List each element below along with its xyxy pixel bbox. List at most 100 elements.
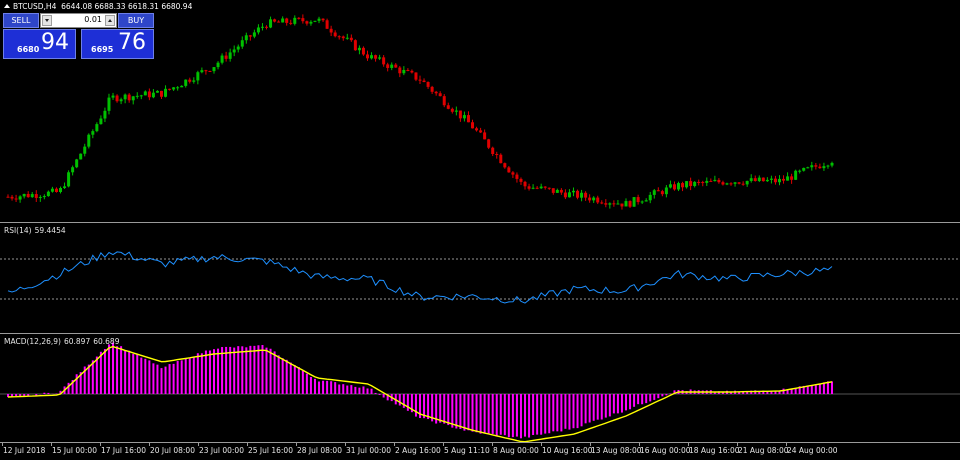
candle-body xyxy=(487,139,491,148)
candle-body xyxy=(329,28,333,33)
candle-body xyxy=(422,80,426,83)
candle-body xyxy=(406,69,410,71)
candle-body xyxy=(325,20,329,29)
lot-increase-icon[interactable] xyxy=(105,15,115,26)
candle-body xyxy=(632,197,636,207)
candle-body xyxy=(301,18,305,22)
candle-body xyxy=(547,187,551,189)
buy-price-button[interactable]: 6695 76 xyxy=(81,29,154,59)
sell-price-pips: 94 xyxy=(41,30,69,55)
candle-body xyxy=(244,35,248,41)
candle-body xyxy=(430,86,434,92)
candle-body xyxy=(753,178,757,182)
candle-body xyxy=(475,128,479,131)
candle-body xyxy=(644,200,648,202)
candle-body xyxy=(87,134,91,147)
candle-body xyxy=(765,179,769,182)
lot-value[interactable]: 0.01 xyxy=(84,15,102,24)
candle-body xyxy=(531,187,535,189)
time-axis-label: 10 Aug 16:00 xyxy=(542,446,593,455)
candle-body xyxy=(14,198,18,200)
candle-body xyxy=(59,187,63,192)
buy-price-prefix: 6695 xyxy=(91,45,114,54)
rsi-line xyxy=(7,251,833,304)
candle-body xyxy=(83,146,87,154)
candle-body xyxy=(410,70,414,73)
rsi-indicator-pane[interactable]: RSI(14) 59.4454 xyxy=(0,223,960,334)
lot-size-field[interactable]: 0.01 xyxy=(40,13,117,28)
candle-body xyxy=(491,147,495,154)
candle-body xyxy=(103,110,107,119)
macd-label: MACD(12,26,9) 60.897 60.689 xyxy=(4,337,122,346)
candle-body xyxy=(361,47,365,55)
candle-body xyxy=(689,181,693,187)
candle-body xyxy=(123,94,127,100)
candle-body xyxy=(321,18,325,21)
candle-body xyxy=(38,196,42,198)
candle-body xyxy=(115,95,119,102)
buy-button[interactable]: BUY xyxy=(118,13,154,28)
candle-body xyxy=(725,183,729,185)
candle-body xyxy=(159,90,163,97)
candle-body xyxy=(200,70,204,73)
symbol-title: BTCUSD,H4 6644.08 6688.33 6618.31 6680.9… xyxy=(4,2,192,11)
candle-body xyxy=(786,176,790,181)
time-axis-label: 13 Aug 08:00 xyxy=(591,446,642,455)
candle-body xyxy=(281,18,285,23)
candle-body xyxy=(721,182,725,185)
candle-body xyxy=(523,181,527,187)
candle-body xyxy=(248,35,252,37)
candle-body xyxy=(769,178,773,180)
candle-body xyxy=(131,96,135,101)
candle-body xyxy=(567,192,571,198)
collapse-triangle-icon[interactable] xyxy=(4,4,10,8)
candle-body xyxy=(232,49,236,53)
candle-body xyxy=(503,163,507,168)
candle-body xyxy=(168,88,172,90)
candle-body xyxy=(830,162,834,166)
candle-body xyxy=(337,36,341,38)
candle-body xyxy=(495,153,499,155)
time-axis-label: 24 Aug 00:00 xyxy=(787,446,838,455)
time-axis-label: 12 Jul 2018 xyxy=(3,446,46,455)
sell-button[interactable]: SELL xyxy=(3,13,39,28)
candle-body xyxy=(479,130,483,133)
buy-price-pips: 76 xyxy=(118,30,146,55)
candle-body xyxy=(414,72,418,80)
candle-body xyxy=(604,203,608,205)
candle-body xyxy=(717,179,721,183)
sell-price-button[interactable]: 6680 94 xyxy=(3,29,76,59)
candle-body xyxy=(745,180,749,185)
candle-body xyxy=(668,184,672,188)
candle-body xyxy=(164,88,168,97)
candle-body xyxy=(466,115,470,123)
time-axis-label: 8 Aug 00:00 xyxy=(493,446,539,455)
candle-body xyxy=(386,64,390,68)
candle-body xyxy=(450,108,454,112)
candle-body xyxy=(757,177,761,182)
candle-body xyxy=(54,188,58,192)
candle-body xyxy=(143,91,147,96)
candle-body xyxy=(519,178,523,182)
candle-body xyxy=(685,181,689,188)
candle-body xyxy=(588,197,592,201)
candle-body xyxy=(527,186,531,189)
candle-body xyxy=(571,190,575,193)
candle-body xyxy=(810,165,814,168)
candle-body xyxy=(285,18,289,23)
candle-body xyxy=(394,64,398,68)
price-chart-pane[interactable]: BTCUSD,H4 6644.08 6688.33 6618.31 6680.9… xyxy=(0,0,960,223)
candle-body xyxy=(794,170,798,180)
candle-body xyxy=(192,80,196,82)
candle-body xyxy=(782,178,786,181)
candle-body xyxy=(180,85,184,88)
candle-body xyxy=(345,37,349,39)
macd-indicator-pane[interactable]: MACD(12,26,9) 60.897 60.689 xyxy=(0,334,960,443)
macd-signal-value: 60.689 xyxy=(93,337,120,346)
lot-decrease-icon[interactable] xyxy=(42,15,52,26)
candle-body xyxy=(6,196,10,198)
candle-body xyxy=(289,22,293,24)
candle-body xyxy=(305,21,309,24)
time-axis: 12 Jul 2018 15 Jul 00:00 17 Jul 16:00 20 Ju… xyxy=(0,443,960,460)
symbol-name: BTCUSD,H4 xyxy=(13,2,57,11)
